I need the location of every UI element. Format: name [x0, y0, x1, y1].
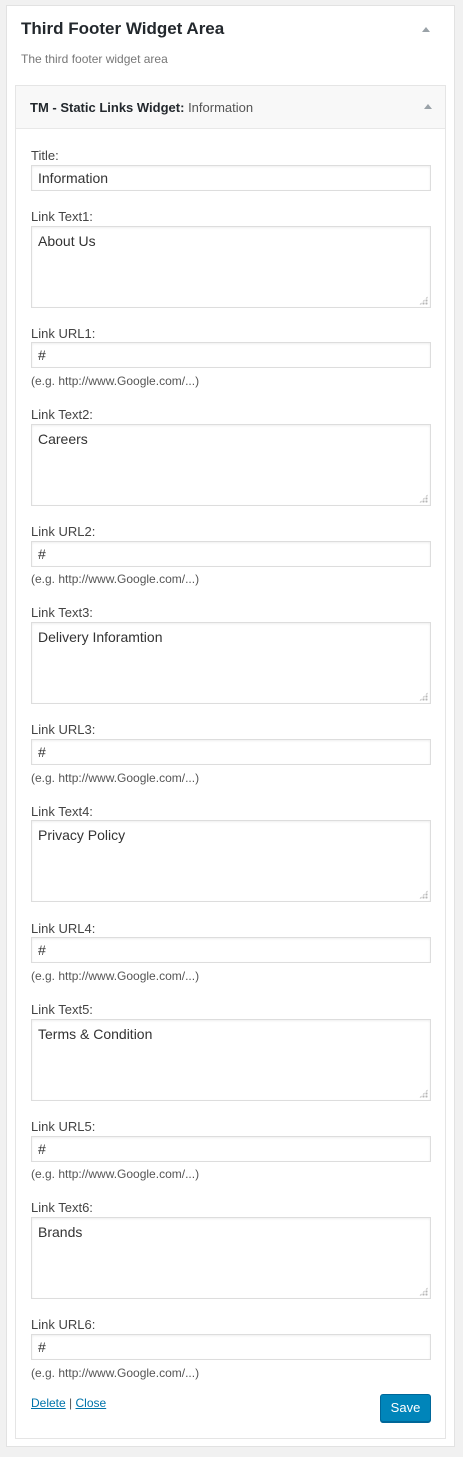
- link-text-5-label: Link Text5:: [31, 1002, 93, 1017]
- save-button[interactable]: Save: [380, 1394, 431, 1422]
- link-text-5-value: Terms & Condition: [38, 1026, 153, 1042]
- link-url-1-hint: (e.g. http://www.Google.com/...): [31, 374, 200, 388]
- link-url-5-label: Link URL5:: [31, 1119, 96, 1134]
- link-url-6-input[interactable]: #: [31, 1334, 431, 1360]
- link-url-3-hint: (e.g. http://www.Google.com/...): [31, 771, 200, 785]
- link-text-2-textarea[interactable]: Careers: [31, 424, 431, 506]
- link-text-6-value: Brands: [38, 1224, 83, 1240]
- delete-link[interactable]: Delete: [31, 1396, 66, 1410]
- widget-instance-title: Information: [188, 100, 254, 115]
- resize-grip-icon[interactable]: [419, 890, 428, 899]
- link-url-6-label: Link URL6:: [31, 1317, 96, 1332]
- collapse-area-caret-icon[interactable]: [422, 27, 430, 32]
- resize-grip-icon[interactable]: [419, 1089, 428, 1098]
- resize-grip-icon[interactable]: [419, 494, 428, 503]
- link-url-4-hint: (e.g. http://www.Google.com/...): [31, 969, 200, 983]
- link-url-5-hint: (e.g. http://www.Google.com/...): [31, 1167, 200, 1181]
- link-url-1-label: Link URL1:: [31, 326, 96, 341]
- link-url-4-input[interactable]: #: [31, 937, 431, 963]
- link-text-2-value: Careers: [38, 431, 88, 447]
- link-url-3-label: Link URL3:: [31, 722, 96, 737]
- widget-title-colon: :: [180, 100, 189, 115]
- link-url-4-label: Link URL4:: [31, 921, 96, 936]
- link-text-3-label: Link Text3:: [31, 605, 93, 620]
- link-url-5-input[interactable]: #: [31, 1136, 431, 1162]
- widget-area-description: The third footer widget area: [21, 52, 168, 66]
- link-text-1-label: Link Text1:: [31, 209, 93, 224]
- resize-grip-icon[interactable]: [419, 1287, 428, 1296]
- title-label: Title:: [31, 148, 59, 163]
- resize-grip-icon[interactable]: [419, 692, 428, 701]
- widget-control-actions: Delete | Close: [31, 1396, 106, 1410]
- close-link[interactable]: Close: [76, 1396, 107, 1410]
- widget-title: TM - Static Links Widget: Information: [30, 100, 253, 115]
- widget-area-panel: Third Footer Widget Area The third foote…: [6, 5, 455, 1447]
- link-url-6-hint: (e.g. http://www.Google.com/...): [31, 1366, 200, 1380]
- link-url-1-input[interactable]: #: [31, 342, 431, 368]
- widget-area-title[interactable]: Third Footer Widget Area: [21, 19, 224, 39]
- actions-separator: |: [69, 1396, 73, 1410]
- collapse-widget-caret-icon[interactable]: [424, 104, 432, 109]
- static-links-widget: TM - Static Links Widget: Information Ti…: [15, 85, 446, 1439]
- link-text-2-label: Link Text2:: [31, 407, 93, 422]
- link-text-6-label: Link Text6:: [31, 1200, 93, 1215]
- widget-header[interactable]: TM - Static Links Widget: Information: [16, 86, 445, 129]
- link-text-5-textarea[interactable]: Terms & Condition: [31, 1019, 431, 1101]
- link-text-6-textarea[interactable]: Brands: [31, 1217, 431, 1299]
- link-url-3-input[interactable]: #: [31, 739, 431, 765]
- link-text-4-label: Link Text4:: [31, 804, 93, 819]
- link-text-3-textarea[interactable]: Delivery Inforamtion: [31, 622, 431, 704]
- link-text-4-textarea[interactable]: Privacy Policy: [31, 820, 431, 902]
- link-text-1-textarea[interactable]: About Us: [31, 226, 431, 308]
- link-url-2-input[interactable]: #: [31, 541, 431, 567]
- link-url-2-label: Link URL2:: [31, 524, 96, 539]
- link-text-4-value: Privacy Policy: [38, 827, 126, 843]
- link-text-3-value: Delivery Inforamtion: [38, 629, 163, 645]
- resize-grip-icon[interactable]: [419, 296, 428, 305]
- widget-name: TM - Static Links Widget: [30, 100, 181, 115]
- link-text-1-value: About Us: [38, 233, 96, 249]
- title-input[interactable]: Information: [31, 165, 431, 191]
- link-url-2-hint: (e.g. http://www.Google.com/...): [31, 572, 200, 586]
